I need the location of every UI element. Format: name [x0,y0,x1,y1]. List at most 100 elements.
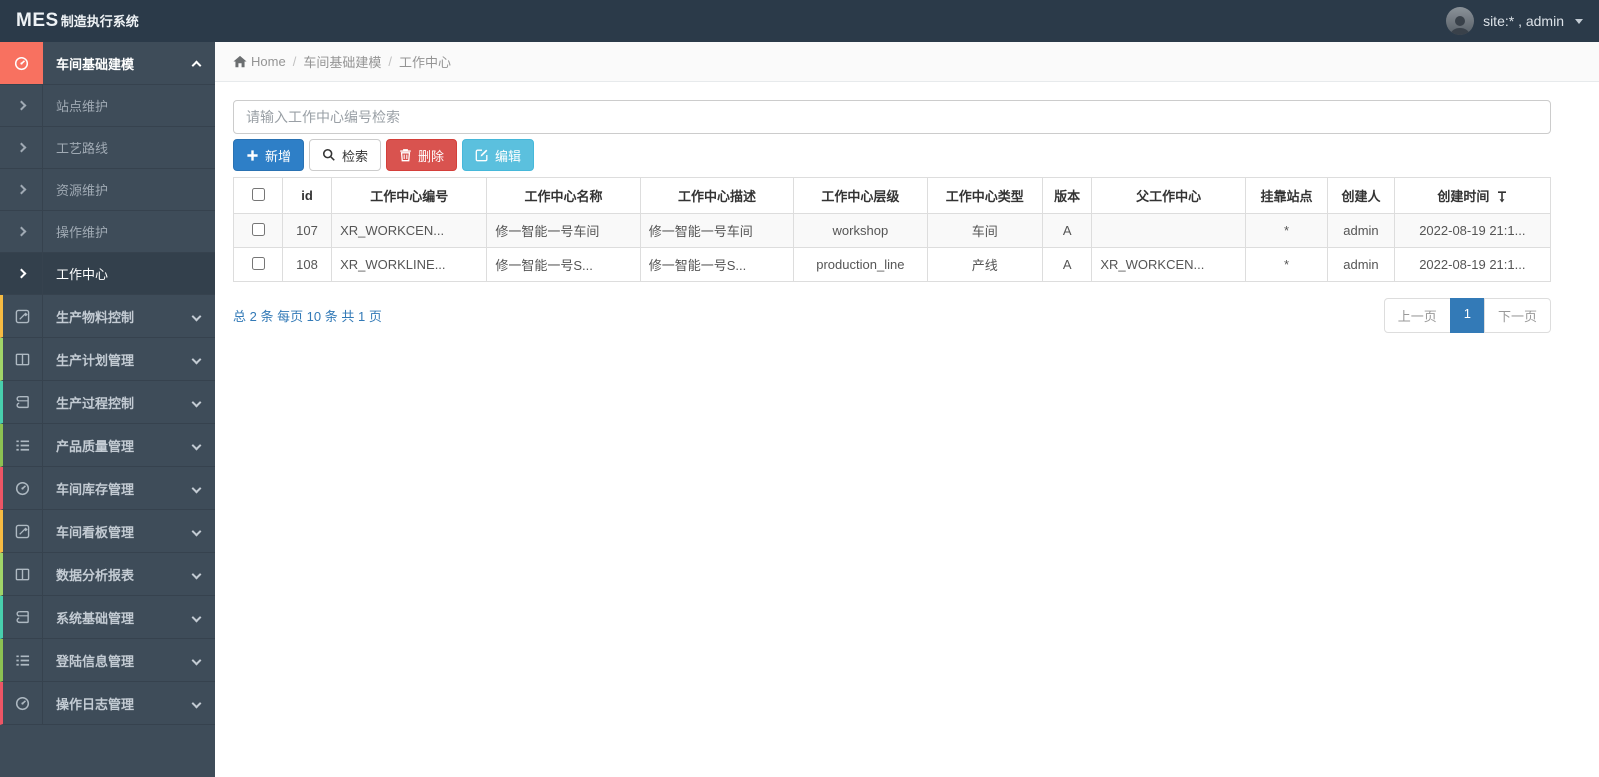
sidebar-item-资源维护[interactable]: 资源维护 [0,169,215,211]
cell-工作中心名称: 修一智能一号车间 [486,213,641,248]
chevron-down-icon [191,698,202,708]
prev-page-button[interactable]: 上一页 [1383,298,1451,333]
dashboard-icon [3,467,43,509]
cell-挂靠站点: * [1244,247,1329,282]
sidebar-group-label: 数据分析报表 [56,567,135,583]
cell-父工作中心 [1091,213,1246,248]
chevron-down-icon [191,354,202,364]
chevron-down-icon [191,612,202,622]
table-row[interactable]: 107 XR_WORKCEN... 修一智能一号车间 修一智能一号车间 workshop… [233,213,1552,248]
sidebar-group-车间基础建模[interactable]: 车间基础建模 [0,42,215,85]
home-icon [233,55,247,68]
pagination-summary[interactable]: 总 2 条 每页 10 条 共 1 页 [233,306,382,325]
sidebar-item-label: 工作中心 [56,267,109,282]
column-header-工作中心类型[interactable]: 工作中心类型 [926,177,1043,214]
breadcrumb-separator: / [292,54,297,69]
column-header-创建时间[interactable]: 创建时间 [1393,177,1552,214]
cell-创建时间: 2022-08-19 21:1... [1393,213,1552,248]
plus-icon [246,149,259,162]
book-icon [3,381,43,423]
breadcrumb-item-车间基础建模[interactable]: 车间基础建模 [303,52,381,71]
cell-工作中心层级: production_line [793,247,928,282]
columns-icon [3,553,43,595]
sidebar-group-车间库存管理[interactable]: 车间库存管理 [0,467,215,510]
sidebar-group-label: 车间库存管理 [56,481,135,497]
columns-icon [3,338,43,380]
next-page-button[interactable]: 下一页 [1483,298,1551,333]
sidebar-group-label: 车间基础建模 [56,56,135,72]
sidebar-group-label: 登陆信息管理 [56,653,135,669]
column-header-工作中心编号[interactable]: 工作中心编号 [331,177,488,214]
column-header-创建人[interactable]: 创建人 [1327,177,1395,214]
sidebar-group-产品质量管理[interactable]: 产品质量管理 [0,424,215,467]
sidebar-item-label: 操作维护 [56,225,109,240]
sidebar-group-登陆信息管理[interactable]: 登陆信息管理 [0,639,215,682]
breadcrumb-item-Home[interactable]: Home [251,54,286,69]
user-label: site:* , admin [1483,13,1564,29]
编辑-button[interactable]: 编辑 [462,139,535,171]
sidebar-group-生产过程控制[interactable]: 生产过程控制 [0,381,215,424]
cell-创建人: admin [1327,247,1395,282]
新增-button[interactable]: 新增 [233,139,305,171]
pagination-bar: 总 2 条 每页 10 条 共 1 页 上一页 1 下一页 [233,298,1551,333]
column-header-工作中心名称[interactable]: 工作中心名称 [486,177,641,214]
row-checkbox[interactable] [251,256,265,270]
cell-版本: A [1041,247,1093,282]
column-header-工作中心层级[interactable]: 工作中心层级 [793,177,928,214]
sidebar-item-工艺路线[interactable]: 工艺路线 [0,127,215,169]
sidebar-group-生产物料控制[interactable]: 生产物料控制 [0,295,215,338]
main-area: Home / 车间基础建模 / 工作中心 新增 检索 删除 编辑 id工作中心编号工作中心名称… [215,42,1599,777]
cell-创建人: admin [1327,213,1395,248]
column-header-挂靠站点[interactable]: 挂靠站点 [1244,177,1329,214]
sidebar-group-数据分析报表[interactable]: 数据分析报表 [0,553,215,596]
row-checkbox[interactable] [251,222,265,236]
row-select-cell [233,247,283,282]
pencil-square-icon [3,295,43,337]
sidebar-item-操作维护[interactable]: 操作维护 [0,211,215,253]
sidebar-group-车间看板管理[interactable]: 车间看板管理 [0,510,215,553]
检索-button[interactable]: 检索 [309,139,382,171]
cell-工作中心类型: 车间 [926,213,1043,248]
list-icon [3,424,43,466]
user-menu[interactable]: site:* , admin [1446,7,1583,35]
chevron-down-icon [191,440,202,450]
cell-工作中心编号: XR_WORKLINE... [331,247,488,282]
select-all-checkbox[interactable] [251,187,265,201]
删除-button[interactable]: 删除 [386,139,458,171]
sidebar-item-站点维护[interactable]: 站点维护 [0,85,215,127]
cell-工作中心编号: XR_WORKCEN... [331,213,488,248]
sidebar-item-工作中心[interactable]: 工作中心 [0,253,215,295]
sidebar-group-系统基础管理[interactable]: 系统基础管理 [0,596,215,639]
column-header-工作中心描述[interactable]: 工作中心描述 [639,177,795,214]
column-header-id[interactable]: id [281,177,333,214]
sidebar-group-label: 产品质量管理 [56,438,135,454]
brand-rest: 制造执行系统 [60,14,139,29]
cell-工作中心描述: 修一智能一号车间 [639,213,795,248]
sidebar: 车间基础建模站点维护工艺路线资源维护操作维护工作中心生产物料控制 生产计划管理生产… [0,42,215,777]
column-header-版本[interactable]: 版本 [1041,177,1093,214]
sidebar-group-label: 生产过程控制 [56,395,135,411]
chevron-right-icon [0,169,43,210]
table-header: id 工作中心编号 工作中心名称 工作中心描述 工作中心层级 工作中心类型 版本 父工作中心挂… [233,177,1552,214]
pin-icon[interactable] [1497,191,1507,203]
sidebar-item-label: 工艺路线 [56,141,109,156]
cell-工作中心类型: 产线 [926,247,1043,282]
cell-工作中心名称: 修一智能一号S... [486,247,641,282]
row-select-cell [233,213,283,248]
content-panel: 新增 检索 删除 编辑 id工作中心编号工作中心名称工作中心描述工作中心层级工作中心类… [215,82,1599,333]
caret-down-icon [1575,18,1583,24]
sidebar-group-生产计划管理[interactable]: 生产计划管理 [0,338,215,381]
table-row[interactable]: 108 XR_WORKLINE... 修一智能一号S... 修一智能一号S... pro… [233,247,1552,282]
sidebar-group-操作日志管理[interactable]: 操作日志管理 [0,682,215,725]
brand-bold: MES [16,10,59,31]
search-icon [322,148,336,162]
page-1-button[interactable]: 1 [1449,298,1485,333]
button-label: 删除 [418,148,445,164]
search-input[interactable] [233,100,1551,134]
column-header-父工作中心[interactable]: 父工作中心 [1091,177,1246,214]
sidebar-group-label: 车间看板管理 [56,524,135,540]
cell-工作中心描述: 修一智能一号S... [639,247,795,282]
chevron-up-icon [191,60,202,70]
chevron-down-icon [191,397,202,407]
cell-父工作中心: XR_WORKCEN... [1091,247,1246,282]
